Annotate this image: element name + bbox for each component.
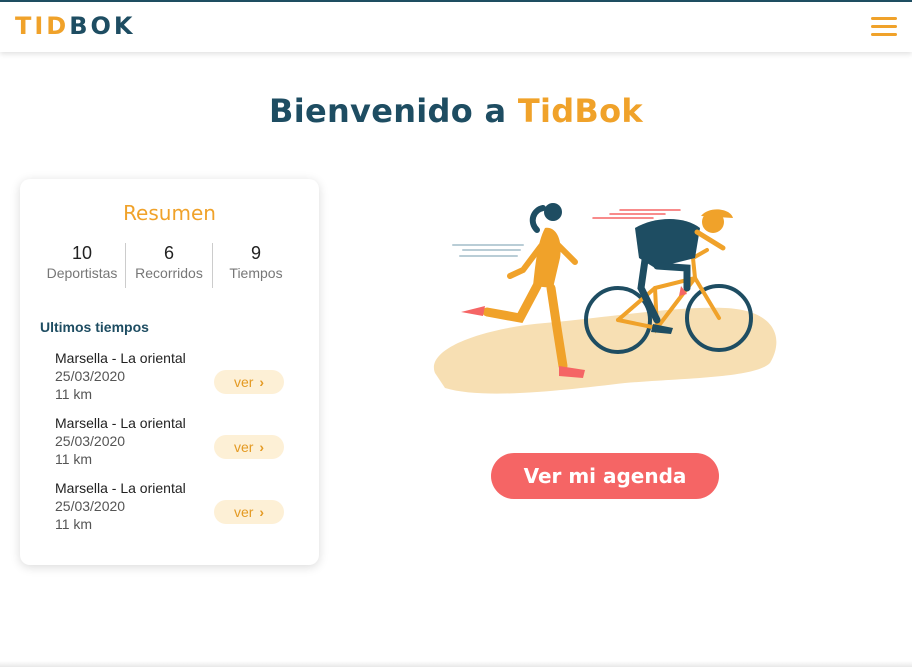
hamburger-icon bbox=[871, 17, 897, 20]
hamburger-menu-button[interactable] bbox=[871, 17, 897, 37]
view-agenda-button[interactable]: Ver mi agenda bbox=[491, 453, 719, 499]
stat-tiempos: 9 Tiempos bbox=[213, 243, 299, 281]
stat-label: Recorridos bbox=[135, 265, 203, 281]
bottom-shadow bbox=[0, 661, 912, 667]
route-name: Marsella - La oriental bbox=[55, 415, 186, 431]
view-button[interactable]: ver › bbox=[214, 435, 284, 459]
route-name: Marsella - La oriental bbox=[55, 350, 186, 366]
recent-times-title: Ultimos tiempos bbox=[40, 319, 149, 335]
route-name: Marsella - La oriental bbox=[55, 480, 186, 496]
brand-text: TidBok bbox=[517, 92, 643, 130]
hamburger-icon-line bbox=[871, 33, 897, 36]
chevron-right-icon: › bbox=[259, 504, 265, 520]
recent-time-item: Marsella - La oriental 25/03/2020 11 km … bbox=[55, 349, 305, 409]
summary-title: Resumen bbox=[123, 201, 216, 225]
recent-time-item: Marsella - La oriental 25/03/2020 11 km … bbox=[55, 414, 305, 474]
stat-value: 6 bbox=[163, 243, 174, 263]
view-button[interactable]: ver › bbox=[214, 500, 284, 524]
stat-value: 10 bbox=[71, 243, 93, 263]
summary-card: Resumen 10 Deportistas 6 Recorridos 9 Ti… bbox=[20, 179, 319, 565]
stat-label: Deportistas bbox=[46, 265, 118, 281]
sports-illustration-icon bbox=[433, 203, 777, 394]
tidbok-logo[interactable]: TIDBOK bbox=[15, 14, 136, 38]
logo-part-2: BOK bbox=[69, 12, 136, 40]
welcome-text: Bienvenido a bbox=[269, 92, 518, 130]
view-button[interactable]: ver › bbox=[214, 370, 284, 394]
runner-and-cyclist-illustration bbox=[425, 188, 785, 403]
stat-recorridos: 6 Recorridos bbox=[126, 243, 212, 281]
top-navbar: TIDBOK bbox=[0, 2, 912, 52]
view-button-label: ver bbox=[233, 504, 254, 520]
hamburger-icon-line bbox=[871, 25, 897, 28]
view-button-label: ver bbox=[233, 374, 254, 390]
stat-value: 9 bbox=[250, 243, 261, 263]
recent-time-item: Marsella - La oriental 25/03/2020 11 km … bbox=[55, 479, 305, 539]
view-button-label: ver bbox=[233, 439, 254, 455]
chevron-right-icon: › bbox=[259, 374, 265, 390]
page-title: Bienvenido a TidBok bbox=[0, 92, 912, 130]
logo-part-1: TID bbox=[15, 12, 70, 40]
chevron-right-icon: › bbox=[259, 439, 265, 455]
stat-label: Tiempos bbox=[229, 265, 283, 281]
stat-deportistas: 10 Deportistas bbox=[39, 243, 125, 281]
